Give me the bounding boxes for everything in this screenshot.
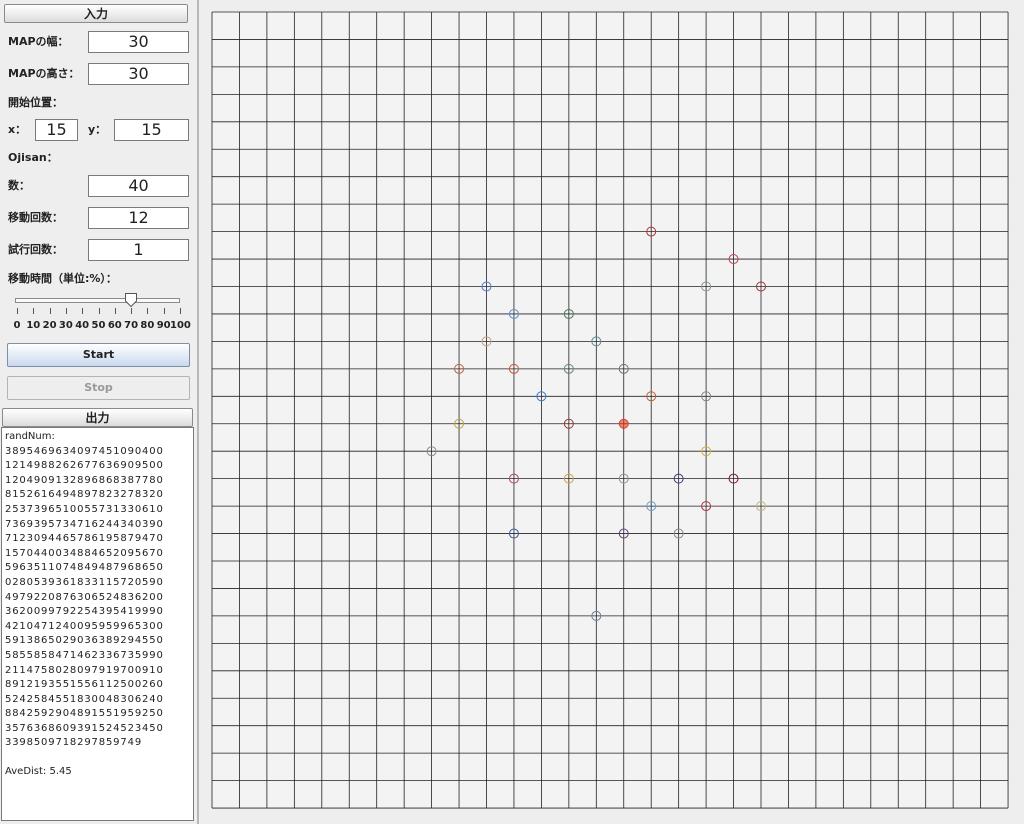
slider-tick — [65, 308, 67, 314]
ojisan-marker — [618, 418, 629, 429]
output-text-area[interactable]: randNum: 3895469634097451090400 121498826… — [1, 427, 194, 821]
grid-background — [212, 12, 1009, 809]
map-height-label: MAPの高さ： — [8, 67, 80, 80]
rand-line: 5242584551830048306240 — [5, 693, 164, 705]
slider-tick — [17, 308, 18, 314]
rand-line: 1214988262677636909500 — [5, 460, 164, 472]
map-grid[interactable] — [199, 0, 1024, 824]
slider-tick — [114, 308, 116, 314]
slider-tick — [163, 308, 165, 314]
rand-line: 3620099792254395419990 — [5, 606, 164, 618]
map-area — [199, 0, 1024, 824]
slider-tick — [49, 308, 51, 314]
move-time-slider-thumb[interactable] — [125, 293, 138, 307]
start-position-label: 開始位置： — [8, 96, 63, 109]
moves-field[interactable]: 12 — [88, 207, 189, 229]
slider-tick — [33, 308, 35, 314]
map-height-field[interactable]: 30 — [88, 63, 189, 85]
map-width-field[interactable]: 30 — [88, 31, 189, 53]
rand-line: 5855858471462336735990 — [5, 649, 164, 661]
rand-line: 8912193551556112500260 — [5, 679, 164, 691]
move-time-label: 移動時間（単位:%）： — [8, 272, 117, 285]
rand-numbers: 3895469634097451090400 121498826267763690… — [5, 445, 190, 751]
rand-line: 5913865029036389294550 — [5, 635, 164, 647]
rand-line: 8842592904891551959250 — [5, 708, 164, 720]
rand-line: 0280539361833115720590 — [5, 576, 164, 588]
rand-line: 1204909132896868387780 — [5, 474, 164, 486]
rand-line: 3576368609391524523450 — [5, 722, 164, 734]
stop-button[interactable]: Stop — [7, 376, 190, 400]
count-field[interactable]: 40 — [88, 175, 189, 197]
rand-line: 2537396510055731330610 — [5, 503, 164, 515]
count-label: 数： — [8, 179, 30, 192]
rand-line: 1570440034884652095670 — [5, 547, 164, 559]
rand-line: 4979220876306524836200 — [5, 591, 164, 603]
rand-label: randNum: — [5, 431, 55, 442]
rand-line: 8152616494897823278320 — [5, 489, 164, 501]
output-header[interactable]: 出力 — [2, 408, 193, 427]
slider-tick — [98, 308, 100, 314]
slider-tick — [147, 308, 149, 314]
trials-field[interactable]: 1 — [88, 239, 189, 261]
input-header[interactable]: 入力 — [4, 4, 188, 23]
move-time-slider-track[interactable] — [15, 298, 180, 303]
ojisan-label: Ojisan： — [8, 151, 58, 164]
moves-label: 移動回数： — [8, 211, 63, 224]
start-y-field[interactable]: 15 — [114, 119, 189, 141]
y-label: y： — [88, 123, 107, 136]
start-button[interactable]: Start — [7, 343, 190, 367]
start-x-field[interactable]: 15 — [35, 119, 78, 141]
slider-tick — [180, 308, 181, 314]
input-panel: 入力 MAPの幅： 30 MAPの高さ： 30 開始位置： x： 15 y： 1… — [0, 0, 198, 824]
rand-line: 7123094465786195879470 — [5, 533, 164, 545]
slider-tick-label: 100 — [170, 320, 191, 331]
rand-line: 7369395734716244340390 — [5, 518, 164, 530]
x-label: x： — [8, 123, 27, 136]
map-width-label: MAPの幅： — [8, 35, 69, 48]
rand-line: 3895469634097451090400 — [5, 445, 164, 457]
rand-line: 4210471240095959965300 — [5, 620, 164, 632]
slider-tick — [131, 308, 133, 314]
rand-line: 2114758028097919700910 — [5, 664, 164, 676]
slider-tick — [82, 308, 84, 314]
rand-line: 3398509718297859749 — [5, 737, 143, 749]
ave-dist: AveDist: 5.45 — [5, 766, 72, 778]
rand-line: 5963511074849487968650 — [5, 562, 164, 574]
trials-label: 試行回数： — [8, 243, 63, 256]
